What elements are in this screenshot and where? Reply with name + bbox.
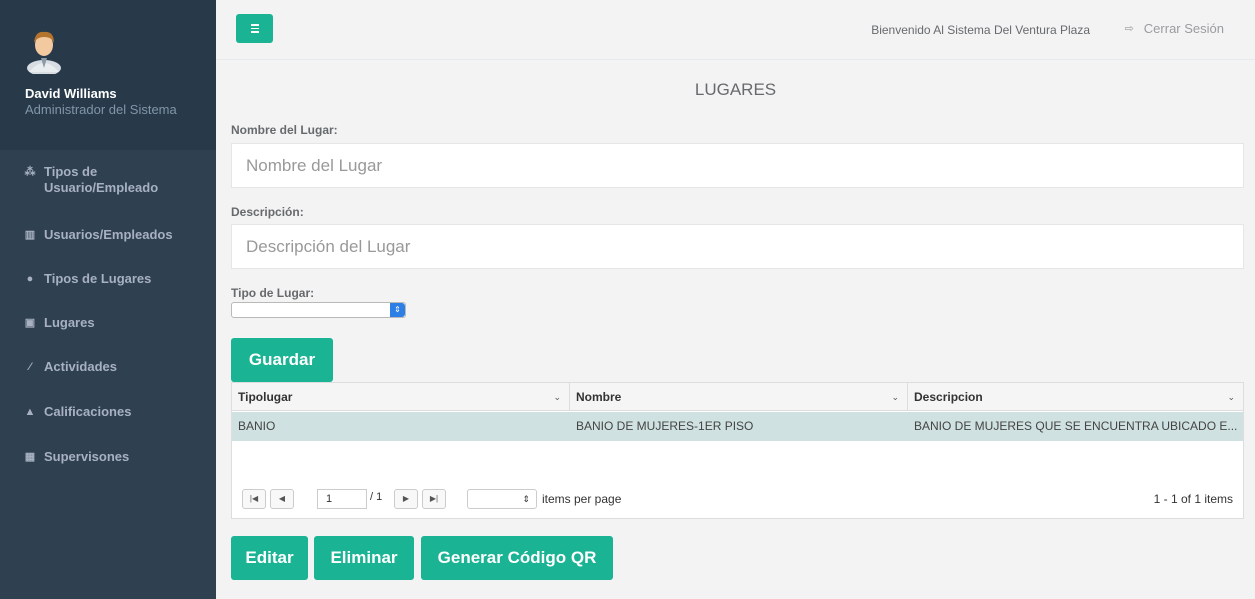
profile-name: David Williams	[25, 86, 117, 101]
page-total: / 1	[370, 491, 383, 503]
sidebar-item-usuarios[interactable]: ▥ Usuarios/Empleados	[0, 227, 216, 243]
sidebar-item-label: Actividades	[44, 359, 117, 374]
profile-panel: David Williams Administrador del Sistema	[0, 0, 216, 150]
sidebar-item-lugares[interactable]: ▣ Lugares	[0, 315, 216, 331]
sidebar-item-label: Lugares	[44, 315, 95, 330]
column-header-descripcion[interactable]: Descripcion ⌄	[908, 383, 1243, 411]
sidebar-item-actividades[interactable]: ⁄ Actividades	[0, 359, 216, 375]
magic-wand-icon: ⁄	[29, 361, 31, 373]
grid-header: Tipolugar ⌄ Nombre ⌄ Descripcion ⌄	[232, 383, 1243, 411]
sidebar-item-label: Usuarios/Empleados	[44, 227, 173, 242]
menu-toggle-button[interactable]	[236, 14, 273, 43]
first-page-button[interactable]: |◀	[242, 489, 266, 509]
sidebar-item-label: Tipos de Usuario/Empleado	[44, 164, 159, 195]
sidebar-item-label: Supervisones	[44, 449, 130, 464]
place-type-label: Tipo de Lugar:	[231, 286, 315, 300]
page-number-input[interactable]	[317, 489, 367, 509]
generate-qr-button[interactable]: Generar Código QR	[421, 536, 613, 580]
chevron-down-icon[interactable]: ⌄	[891, 383, 899, 411]
last-page-button[interactable]: ▶|	[422, 489, 446, 509]
sidebar-item-label: Tipos de Lugares	[44, 271, 152, 286]
avatar	[27, 31, 61, 74]
welcome-message: Bienvenido Al Sistema Del Ventura Plaza	[871, 23, 1090, 37]
table-row[interactable]: BANIO BANIO DE MUJERES-1ER PISO BANIO DE…	[232, 412, 1243, 441]
select-arrows-icon: ⇕	[390, 303, 405, 317]
save-button[interactable]: Guardar	[231, 338, 333, 382]
items-per-page-label: items per page	[542, 492, 622, 506]
top-bar: Bienvenido Al Sistema Del Ventura Plaza …	[216, 0, 1255, 60]
column-header-tipolugar[interactable]: Tipolugar ⌄	[232, 383, 570, 411]
description-input[interactable]	[231, 224, 1244, 269]
select-arrows-icon: ⇕	[522, 494, 530, 504]
hamburger-icon	[250, 31, 259, 33]
name-input[interactable]	[231, 143, 1244, 188]
description-label: Descripción:	[231, 205, 304, 219]
chevron-down-icon[interactable]: ⌄	[1227, 383, 1235, 411]
name-label: Nombre del Lugar:	[231, 123, 338, 137]
cell-nombre: BANIO DE MUJERES-1ER PISO	[576, 419, 754, 433]
place-type-select[interactable]: ⇕	[231, 302, 406, 318]
sidebar-item-label: Calificaciones	[44, 404, 132, 419]
prev-page-button[interactable]: ◀	[270, 489, 294, 509]
hamburger-icon	[250, 27, 259, 30]
edit-button[interactable]: Editar	[231, 536, 308, 580]
column-header-nombre[interactable]: Nombre ⌄	[570, 383, 908, 411]
flask-icon: ▲	[24, 406, 36, 418]
profile-role: Administrador del Sistema	[25, 102, 177, 117]
table-icon: ▦	[24, 451, 36, 463]
column-header-label: Nombre	[576, 390, 622, 404]
page-title: LUGARES	[694, 80, 777, 99]
grid-pager: |◀ ◀ / 1 ▶ ▶| ⇕ items per page 1 - 1 of …	[232, 479, 1243, 519]
cell-tipolugar: BANIO	[238, 419, 276, 433]
chevron-down-icon[interactable]: ⌄	[553, 383, 561, 411]
places-grid: Tipolugar ⌄ Nombre ⌄ Descripcion ⌄ BANIO…	[231, 382, 1244, 519]
sidebar: David Williams Administrador del Sistema…	[0, 0, 216, 599]
delete-button[interactable]: Eliminar	[314, 536, 414, 580]
logout-link[interactable]: ⇨ Cerrar Sesión	[1125, 21, 1224, 36]
sidebar-item-tipos-lugares[interactable]: ● Tipos de Lugares	[0, 271, 216, 287]
globe-icon: ●	[26, 273, 34, 285]
column-header-label: Tipolugar	[238, 390, 293, 404]
main-content: LUGARES Nombre del Lugar: Descripción: T…	[216, 60, 1255, 599]
next-page-button[interactable]: ▶	[394, 489, 418, 509]
sidebar-item-supervisones[interactable]: ▦ Supervisones	[0, 449, 216, 465]
column-header-label: Descripcion	[914, 390, 983, 404]
sidebar-item-tipos-usuario[interactable]: ⁂ Tipos de Usuario/Empleado	[0, 164, 216, 196]
items-per-page-select[interactable]: ⇕	[467, 489, 537, 509]
sign-out-icon: ⇨	[1124, 23, 1134, 35]
image-icon: ▣	[24, 317, 36, 329]
sitemap-icon: ⁂	[24, 166, 36, 178]
cell-descripcion: BANIO DE MUJERES QUE SE ENCUENTRA UBICAD…	[914, 419, 1238, 433]
logout-label: Cerrar Sesión	[1143, 21, 1224, 36]
pager-range: 1 - 1 of 1 items	[1153, 492, 1233, 506]
hamburger-icon	[250, 24, 259, 26]
sidebar-item-calificaciones[interactable]: ▲ Calificaciones	[0, 404, 216, 420]
bar-chart-icon: ▥	[24, 229, 36, 241]
